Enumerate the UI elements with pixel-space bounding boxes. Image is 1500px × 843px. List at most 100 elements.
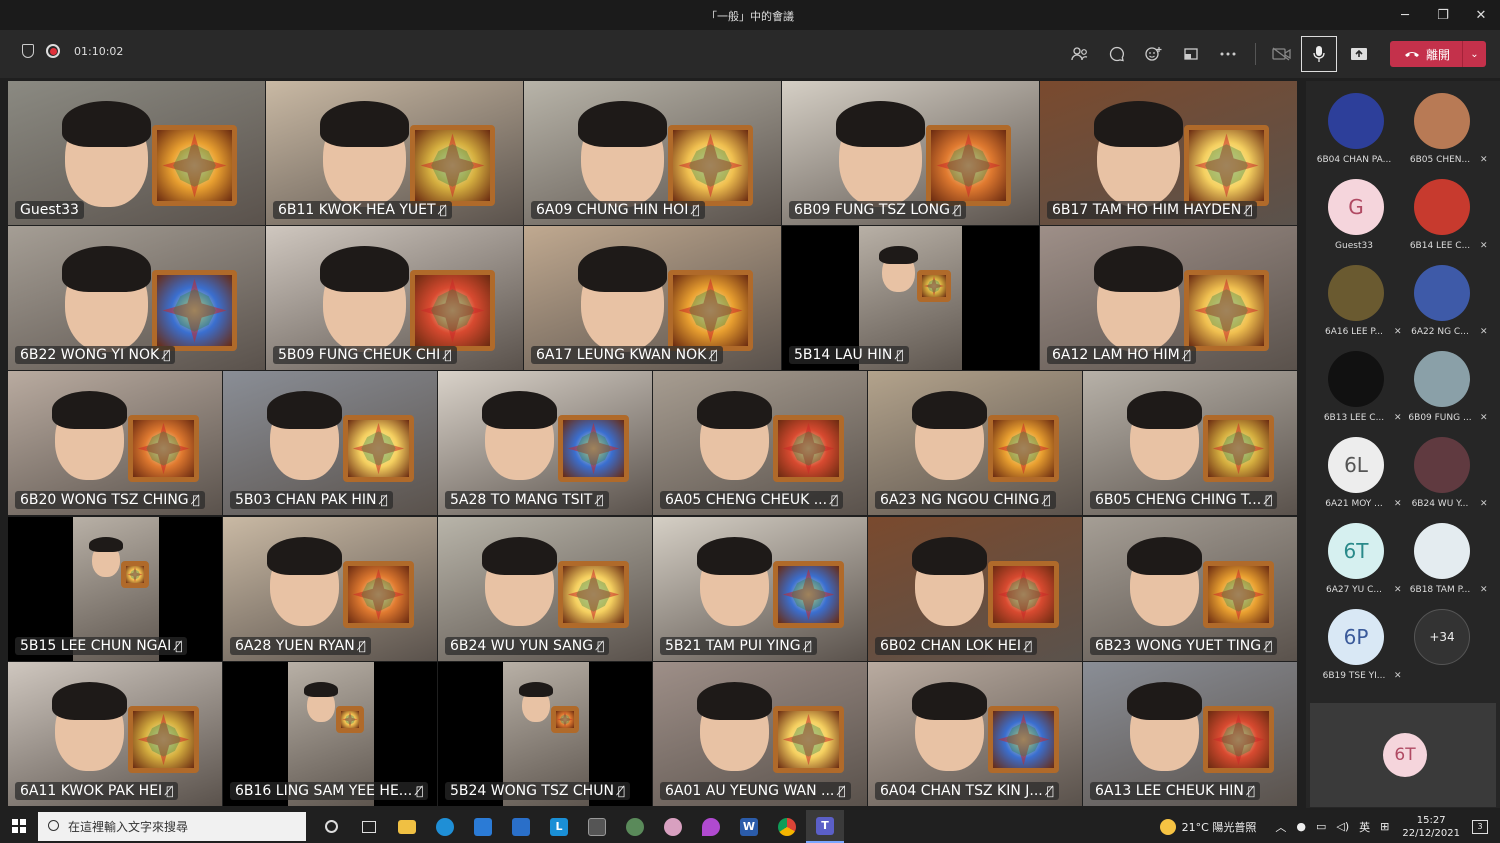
mic-muted-icon: ✕	[1394, 499, 1402, 509]
network-icon[interactable]: ▭	[1316, 820, 1326, 833]
mosaic-lamp	[410, 270, 495, 351]
paint-icon[interactable]	[654, 810, 692, 843]
video-tile[interactable]: 6B24 WU YUN SANG 🎙̸	[438, 517, 652, 661]
participant-item[interactable]: 6T 6A27 YU C... ✕	[1316, 519, 1406, 605]
participant-item[interactable]: G Guest33	[1316, 175, 1406, 261]
participant-item[interactable]: 6B05 CHEN... ✕	[1402, 89, 1492, 175]
volume-icon[interactable]: ◁)	[1336, 820, 1349, 833]
video-tile[interactable]: 5B14 LAU HIN 🎙̸	[782, 226, 1039, 370]
minimize-button[interactable]: ─	[1386, 0, 1424, 30]
microphone-button[interactable]	[1300, 36, 1337, 72]
chat-icon[interactable]	[1099, 37, 1136, 71]
participant-item[interactable]: 6B18 TAM P... ✕	[1402, 519, 1492, 605]
participant-item[interactable]: 6B09 FUNG ... ✕	[1402, 347, 1492, 433]
leave-dropdown-chevron-icon[interactable]: ⌄	[1462, 41, 1486, 67]
video-tile[interactable]: 6A23 NG NGOU CHING 🎙̸	[868, 371, 1082, 515]
ime-mode-icon[interactable]: ⊞	[1380, 820, 1389, 833]
video-tile[interactable]: 6A05 CHENG CHEUK ... 🎙̸	[653, 371, 867, 515]
participant-name-label: 6A11 KWOK PAK HEI 🎙̸	[15, 782, 179, 800]
video-tile[interactable]: 6B05 CHENG CHING T... 🎙̸	[1083, 371, 1297, 515]
mosaic-lamp	[152, 270, 237, 351]
task-view-icon[interactable]	[350, 810, 388, 843]
video-tile[interactable]: 6A04 CHAN TSZ KIN J... 🎙̸	[868, 662, 1082, 806]
participant-item[interactable]: 6L 6A21 MOY ... ✕	[1316, 433, 1406, 519]
maximize-button[interactable]: ❐	[1424, 0, 1462, 30]
participant-name: 6B17 TAM HO HIM HAYDEN	[1052, 202, 1242, 218]
camera-off-icon[interactable]	[1264, 37, 1301, 71]
windows-start-icon[interactable]	[12, 819, 26, 833]
video-tile[interactable]: 6A01 AU YEUNG WAN ... 🎙̸	[653, 662, 867, 806]
leave-button[interactable]: 離開 ⌄	[1389, 41, 1486, 67]
mic-muted-icon: ✕	[1480, 155, 1488, 165]
reactions-icon[interactable]	[1136, 37, 1173, 71]
participant-panel-name: 6A22 NG C...	[1411, 327, 1469, 337]
participant-item[interactable]: 6A16 LEE P... ✕	[1316, 261, 1406, 347]
video-tile[interactable]: 6B16 LING SAM YEE HE... 🎙̸	[223, 662, 437, 806]
ime-language[interactable]: 英	[1359, 819, 1370, 835]
video-tile[interactable]: 6B09 FUNG TSZ LONG 🎙̸	[782, 81, 1039, 225]
video-tile[interactable]: Guest33	[8, 81, 265, 225]
video-tile[interactable]: 6B23 WONG YUET TING 🎙̸	[1083, 517, 1297, 661]
video-tile[interactable]: 6A17 LEUNG KWAN NOK 🎙̸	[524, 226, 781, 370]
weather-widget[interactable]: 21°C 陽光普照	[1159, 818, 1256, 835]
video-tile[interactable]: 6B11 KWOK HEA YUET 🎙̸	[266, 81, 523, 225]
participant-item[interactable]: 6B13 LEE C... ✕	[1316, 347, 1406, 433]
participant-avatar: G	[1328, 179, 1384, 235]
participant-item[interactable]: 6A22 NG C... ✕	[1402, 261, 1492, 347]
participant-hair	[912, 391, 987, 429]
video-tile[interactable]: 6A12 LAM HO HIM 🎙̸	[1040, 226, 1297, 370]
video-tile[interactable]: 6A13 LEE CHEUK HIN 🎙̸	[1083, 662, 1297, 806]
video-tile[interactable]: 6B20 WONG TSZ CHING 🎙̸	[8, 371, 222, 515]
participant-name: 6B11 KWOK HEA YUET	[278, 202, 436, 218]
mic-muted-icon: ✕	[1394, 327, 1402, 337]
chrome-icon[interactable]	[768, 810, 806, 843]
participant-item[interactable]: 6B04 CHAN PA...	[1316, 89, 1406, 175]
participant-hair	[879, 246, 918, 264]
video-tile[interactable]: 6B02 CHAN LOK HEI 🎙̸	[868, 517, 1082, 661]
share-screen-icon[interactable]	[1341, 37, 1378, 71]
share-tray-icon[interactable]	[1173, 37, 1210, 71]
video-tile[interactable]: 5B15 LEE CHUN NGAI 🎙̸	[8, 517, 222, 661]
drop-app-icon[interactable]	[692, 810, 730, 843]
taskbar-search-box[interactable]: 在這裡輸入文字來搜尋	[38, 812, 306, 841]
mosaic-lamp	[1203, 561, 1274, 628]
participant-item[interactable]: 6P 6B19 TSE YI... ✕	[1316, 605, 1406, 691]
meeting-toolbar: 01:10:02 離開 ⌄	[0, 30, 1500, 78]
video-tile[interactable]: 5B09 FUNG CHEUK CHI 🎙̸	[266, 226, 523, 370]
mail-icon[interactable]	[502, 810, 540, 843]
close-window-button[interactable]: ✕	[1462, 0, 1500, 30]
video-tile[interactable]: 6A11 KWOK PAK HEI 🎙̸	[8, 662, 222, 806]
video-tile[interactable]: 5B03 CHAN PAK HIN 🎙̸	[223, 371, 437, 515]
tray-chevron-up-icon[interactable]: ︿	[1275, 819, 1286, 835]
more-options-icon[interactable]	[1210, 37, 1247, 71]
recording-icon	[46, 44, 60, 58]
mic-muted-icon: 🎙̸	[838, 784, 846, 798]
people-icon[interactable]	[1062, 37, 1099, 71]
video-tile[interactable]: 5A28 TO MANG TSIT 🎙̸	[438, 371, 652, 515]
more-participants[interactable]: +34	[1402, 605, 1492, 691]
cortana-icon[interactable]	[312, 810, 350, 843]
lms-app-icon[interactable]: L	[540, 810, 578, 843]
edge-icon[interactable]	[426, 810, 464, 843]
word-icon[interactable]: W	[730, 810, 768, 843]
video-tile[interactable]: 5B21 TAM PUI YING 🎙̸	[653, 517, 867, 661]
app-globe-icon[interactable]	[616, 810, 654, 843]
video-tile[interactable]: 6A09 CHUNG HIN HOI 🎙̸	[524, 81, 781, 225]
taskbar-clock[interactable]: 15:27 22/12/2021	[1402, 814, 1460, 840]
participant-name: 6B02 CHAN LOK HEI	[880, 638, 1022, 654]
participant-item[interactable]: 6B14 LEE C... ✕	[1402, 175, 1492, 261]
participant-hair	[320, 101, 409, 147]
teams-icon[interactable]: T	[806, 810, 844, 843]
tray-microphone-icon[interactable]: ●	[1296, 820, 1306, 833]
participant-name: 6B20 WONG TSZ CHING	[20, 492, 189, 508]
video-tile[interactable]: 6A28 YUEN RYAN 🎙̸	[223, 517, 437, 661]
file-explorer-icon[interactable]	[388, 810, 426, 843]
notification-center-icon[interactable]: 3	[1472, 819, 1488, 834]
video-tile[interactable]: 6B17 TAM HO HIM HAYDEN 🎙̸	[1040, 81, 1297, 225]
video-tile[interactable]: 6B22 WONG YI NOK 🎙̸	[8, 226, 265, 370]
participant-name-label: 6A09 CHUNG HIN HOI 🎙̸	[531, 201, 705, 219]
participant-item[interactable]: 6B24 WU Y... ✕	[1402, 433, 1492, 519]
video-tile[interactable]: 5B24 WONG TSZ CHUN 🎙̸	[438, 662, 652, 806]
store-icon[interactable]	[464, 810, 502, 843]
calculator-icon[interactable]	[578, 810, 616, 843]
